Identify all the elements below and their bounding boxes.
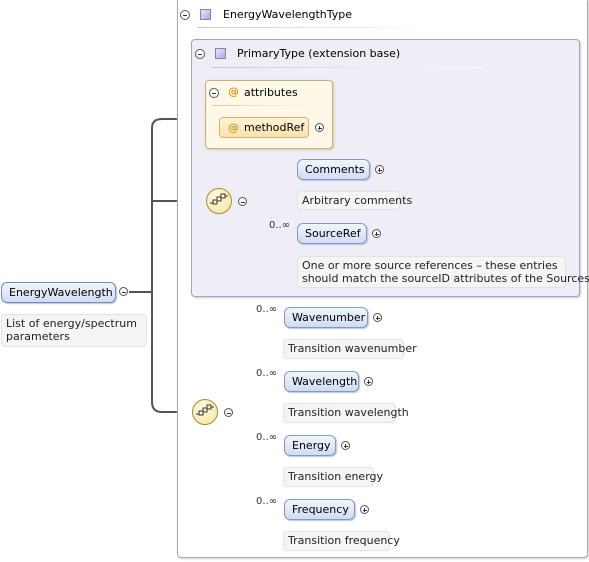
expand-sourceref-icon[interactable] (372, 229, 381, 238)
energy-annotation: Transition energy (283, 467, 383, 487)
element-frequency[interactable]: Frequency (284, 499, 355, 520)
wavenumber-cardinality: 0..∞ (256, 304, 278, 315)
expand-attribute-icon[interactable] (315, 123, 324, 132)
root-annotation-line: List of energy/spectrum (6, 317, 137, 330)
wavelength-cardinality: 0..∞ (256, 368, 278, 379)
expand-wavenumber-icon[interactable] (373, 313, 382, 322)
element-name: Comments (305, 163, 365, 176)
element-sourceref[interactable]: SourceRef (297, 223, 367, 244)
collapse-sequence-icon[interactable] (224, 408, 233, 417)
at-sign-icon: @ (228, 85, 239, 98)
collapse-attributes-icon[interactable] (209, 88, 219, 98)
root-annotation: List of energy/spectrum parameters (1, 314, 147, 347)
element-wavelength[interactable]: Wavelength (284, 371, 359, 392)
annotation-text: Transition wavelength (288, 406, 409, 419)
element-name: Energy (292, 439, 331, 452)
energy-cardinality: 0..∞ (256, 432, 278, 443)
expand-energy-icon[interactable] (341, 441, 350, 450)
root-element[interactable]: EnergyWavelength (1, 282, 116, 303)
wavelength-annotation: Transition wavelength (283, 403, 409, 423)
at-sign-icon: @ (228, 121, 239, 134)
collapse-type-icon[interactable] (180, 10, 190, 20)
root-element-name: EnergyWavelength (9, 286, 113, 299)
type-header-divider (198, 27, 438, 28)
annotation-text: Arbitrary comments (302, 194, 413, 207)
sequence-glyph-icon (210, 193, 228, 205)
element-comments[interactable]: Comments (297, 159, 370, 180)
collapse-base-icon[interactable] (195, 49, 205, 59)
sequence-glyph-icon (196, 404, 214, 416)
attributes-label: attributes (244, 86, 298, 99)
expand-frequency-icon[interactable] (360, 505, 369, 514)
base-type-name: PrimaryType (extension base) (237, 47, 401, 60)
element-name: Wavenumber (292, 311, 366, 324)
sequence-compositor-icon[interactable] (206, 188, 232, 214)
expand-wavelength-icon[interactable] (364, 377, 373, 386)
base-header-divider (212, 67, 484, 68)
type-square-icon (200, 9, 211, 20)
complex-type-name: EnergyWavelengthType (223, 8, 353, 21)
element-name: SourceRef (305, 227, 361, 240)
attributes-divider (212, 105, 312, 106)
annotation-line: should match the sourceID attributes of … (302, 272, 589, 285)
element-name: Frequency (292, 503, 349, 516)
comments-annotation: Arbitrary comments (297, 191, 412, 210)
element-energy[interactable]: Energy (284, 435, 336, 456)
collapse-sequence-icon[interactable] (238, 197, 247, 206)
root-annotation-line: parameters (6, 330, 70, 343)
wavenumber-annotation: Transition wavenumber (283, 339, 417, 359)
sourceref-cardinality: 0..∞ (269, 220, 291, 231)
attribute-name: methodRef (244, 121, 305, 134)
annotation-line: One or more source references – these en… (302, 259, 558, 272)
annotation-text: Transition energy (288, 470, 384, 483)
frequency-cardinality: 0..∞ (256, 496, 278, 507)
element-name: Wavelength (292, 375, 358, 388)
frequency-annotation: Transition frequency (283, 531, 400, 551)
annotation-text: Transition frequency (288, 534, 400, 547)
type-square-icon (215, 48, 226, 59)
sourceref-annotation: One or more source references – these en… (297, 256, 589, 288)
annotation-text: Transition wavenumber (288, 342, 417, 355)
sequence-compositor-icon[interactable] (192, 399, 218, 425)
expand-comments-icon[interactable] (375, 165, 384, 174)
element-wavenumber[interactable]: Wavenumber (284, 307, 368, 328)
collapse-root-icon[interactable] (119, 287, 128, 296)
